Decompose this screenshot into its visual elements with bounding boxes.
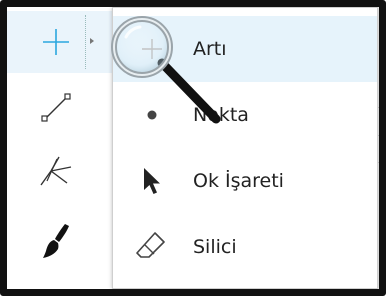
fork-lines-icon: [40, 156, 72, 186]
menu-item-ok-isareti[interactable]: Ok İşareti: [113, 148, 377, 214]
submenu-caret-icon[interactable]: [90, 38, 94, 44]
line-segment-icon: [41, 93, 71, 122]
brush-tool-button[interactable]: [7, 209, 112, 271]
panel-line: [378, 135, 379, 136]
fork-tool-button[interactable]: [7, 139, 112, 201]
screenshot-frame: Artı Nokta Ok İşareti Silici: [0, 0, 386, 296]
panel-line: [378, 162, 379, 163]
menu-item-label: Ok İşareti: [193, 170, 284, 192]
menu-item-label: Silici: [193, 236, 237, 258]
line-tool-button[interactable]: [7, 77, 112, 139]
magnifying-glass-icon: [111, 16, 221, 124]
panel-line: [378, 107, 379, 108]
background-panel-edge: [377, 7, 379, 289]
tool-palette: [7, 7, 113, 289]
plus-tool-button[interactable]: [7, 11, 112, 73]
menu-item-silici[interactable]: Silici: [113, 214, 377, 280]
paintbrush-icon: [43, 224, 69, 258]
crosshair-plus-icon: [43, 29, 69, 55]
tool-separator: [85, 15, 87, 69]
arrow-cursor-icon: [144, 168, 160, 194]
eraser-icon: [136, 232, 165, 258]
